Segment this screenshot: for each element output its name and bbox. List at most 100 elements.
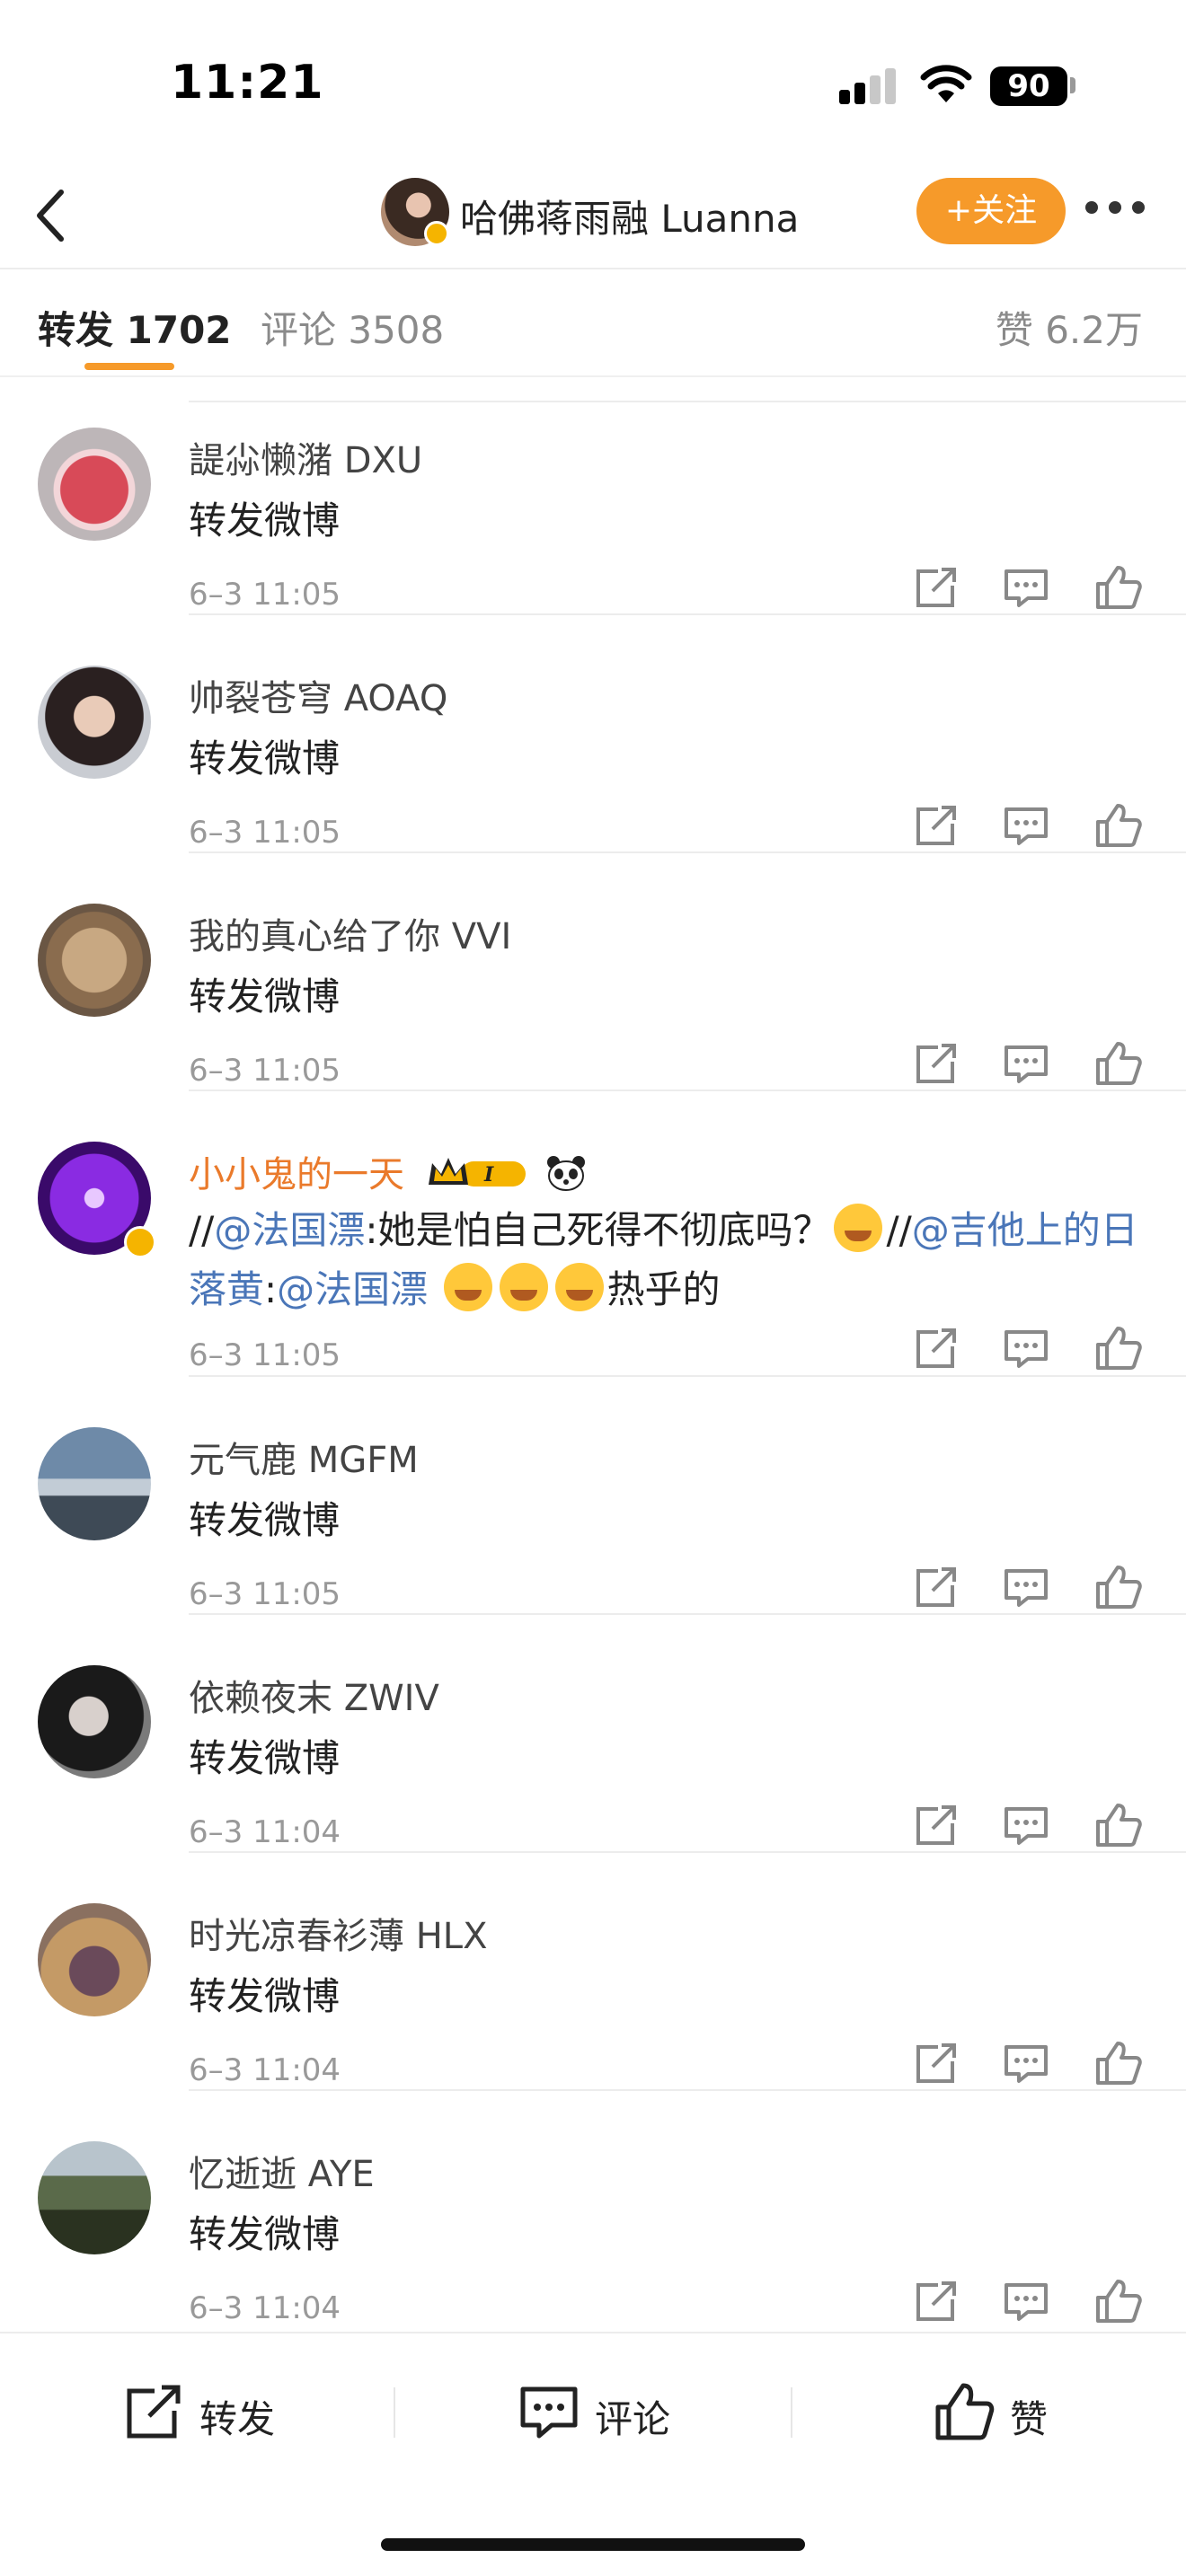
status-time: 11:21 bbox=[171, 56, 324, 110]
item-actions bbox=[911, 1323, 1172, 1377]
item-actions bbox=[911, 1800, 1172, 1854]
username[interactable]: 我的真心给了你 VVI bbox=[189, 907, 511, 959]
item-actions bbox=[911, 562, 1172, 616]
comment-icon[interactable] bbox=[1001, 1562, 1051, 1612]
share-icon[interactable] bbox=[911, 1562, 961, 1612]
like-icon[interactable] bbox=[1093, 800, 1143, 851]
like-icon[interactable] bbox=[1093, 562, 1143, 613]
repost-label: 转发 bbox=[199, 2397, 276, 2441]
username[interactable]: 元气鹿 MGFM bbox=[189, 1431, 419, 1483]
comment-icon[interactable] bbox=[1001, 2276, 1051, 2326]
list-item[interactable]: 时光凉春衫薄 HLX 转发微博 6–3 11:04 bbox=[0, 1853, 1186, 2091]
share-icon[interactable] bbox=[911, 1800, 961, 1850]
item-actions bbox=[911, 2038, 1172, 2092]
username[interactable]: 帅裂苍穹 AOAQ bbox=[189, 669, 447, 721]
repost-text: 转发微博 bbox=[189, 2212, 341, 2256]
share-icon bbox=[127, 2385, 181, 2439]
like-button[interactable]: 赞 bbox=[933, 2375, 1112, 2447]
battery-indicator: 90 bbox=[990, 66, 1067, 106]
panda-icon bbox=[547, 1156, 586, 1191]
mention-link[interactable]: @法国漂 bbox=[214, 1208, 365, 1252]
like-icon[interactable] bbox=[1093, 1323, 1143, 1373]
bottom-action-bar: 转发 评论 赞 bbox=[0, 2332, 1186, 2576]
share-icon[interactable] bbox=[911, 1038, 961, 1089]
list-item[interactable]: 帅裂苍穹 AOAQ 转发微博 6–3 11:05 bbox=[0, 615, 1186, 853]
avatar[interactable] bbox=[38, 1427, 151, 1540]
item-actions bbox=[911, 1562, 1172, 1616]
like-icon[interactable] bbox=[1093, 2276, 1143, 2326]
blush-emoji-icon bbox=[554, 1263, 604, 1311]
text-segment: // bbox=[189, 1208, 215, 1252]
username[interactable]: 依赖夜末 ZWIV bbox=[189, 1669, 439, 1721]
repost-list: 諟尛懒潴 DXU 转发微博 6–3 11:05 帅裂苍穹 AOAQ 转发微博 6… bbox=[0, 377, 1186, 2332]
divider bbox=[791, 2387, 792, 2438]
cellular-signal-icon bbox=[839, 68, 897, 104]
repost-text: 转发微博 bbox=[189, 1974, 341, 2018]
repost-text: 转发微博 bbox=[189, 975, 341, 1019]
repost-button[interactable]: 转发 bbox=[122, 2375, 320, 2447]
like-icon[interactable] bbox=[1093, 1800, 1143, 1850]
username-text: 小小鬼的一天 bbox=[189, 1154, 404, 1195]
username[interactable]: 諟尛懒潴 DXU bbox=[189, 431, 422, 483]
comment-icon[interactable] bbox=[1001, 2038, 1051, 2088]
avatar[interactable] bbox=[38, 666, 151, 779]
repost-text: 转发微博 bbox=[189, 498, 341, 543]
avatar[interactable] bbox=[38, 1903, 151, 2016]
list-item[interactable]: 小小鬼的一天 I //@法国漂:她是怕自己死得不彻底吗？//@吉他上的日落黄:@… bbox=[0, 1091, 1186, 1377]
like-icon[interactable] bbox=[1093, 2038, 1143, 2088]
list-item[interactable]: 諟尛懒潴 DXU 转发微博 6–3 11:05 bbox=[0, 377, 1186, 615]
back-arrow-icon[interactable] bbox=[27, 183, 74, 248]
like-icon[interactable] bbox=[1093, 1562, 1143, 1612]
avatar[interactable] bbox=[38, 2141, 151, 2254]
repost-text: 转发微博 bbox=[189, 737, 341, 781]
timestamp: 6–3 11:05 bbox=[189, 577, 341, 613]
timestamp: 6–3 11:04 bbox=[189, 1814, 341, 1850]
share-icon[interactable] bbox=[911, 562, 961, 613]
wifi-icon bbox=[920, 65, 972, 102]
tab-likes[interactable]: 赞 6.2万 bbox=[996, 300, 1143, 355]
comment-icon[interactable] bbox=[1001, 562, 1051, 613]
username[interactable]: 小小鬼的一天 I bbox=[189, 1145, 587, 1197]
comment-icon[interactable] bbox=[1001, 1323, 1051, 1373]
avatar[interactable] bbox=[38, 904, 151, 1017]
blush-emoji-icon bbox=[443, 1263, 492, 1311]
list-item[interactable]: 依赖夜末 ZWIV 转发微博 6–3 11:04 bbox=[0, 1615, 1186, 1853]
share-icon[interactable] bbox=[911, 1323, 961, 1373]
like-icon[interactable] bbox=[1093, 1038, 1143, 1089]
timestamp: 6–3 11:05 bbox=[189, 1053, 341, 1089]
author-name[interactable]: 哈佛蒋雨融 Luanna bbox=[460, 189, 799, 243]
text-segment: 热乎的 bbox=[606, 1267, 721, 1311]
comment-icon[interactable] bbox=[1001, 800, 1051, 851]
username[interactable]: 时光凉春衫薄 HLX bbox=[189, 1907, 487, 1959]
follow-button[interactable]: +关注 bbox=[916, 178, 1066, 244]
avatar[interactable] bbox=[38, 1665, 151, 1778]
item-actions bbox=[911, 800, 1172, 854]
battery-tip bbox=[1070, 77, 1075, 93]
share-icon[interactable] bbox=[911, 2276, 961, 2326]
list-item[interactable]: 元气鹿 MGFM 转发微博 6–3 11:05 bbox=[0, 1377, 1186, 1615]
comment-button[interactable]: 评论 bbox=[518, 2375, 715, 2447]
avatar[interactable] bbox=[38, 428, 151, 541]
text-segment: :她是怕自己死得不彻底吗？ bbox=[365, 1208, 831, 1252]
laugh-cry-emoji-icon bbox=[834, 1204, 883, 1252]
comment-icon[interactable] bbox=[1001, 1038, 1051, 1089]
tab-reposts[interactable]: 转发 1702 bbox=[38, 300, 232, 355]
item-actions bbox=[911, 1038, 1172, 1092]
mention-link[interactable]: @法国漂 bbox=[277, 1267, 428, 1311]
share-icon[interactable] bbox=[911, 800, 961, 851]
tab-comments[interactable]: 评论 3508 bbox=[261, 300, 444, 355]
list-item[interactable]: 忆逝逝 AYE 转发微博 6–3 11:04 bbox=[0, 2091, 1186, 2329]
divider bbox=[394, 2387, 395, 2438]
more-options-icon[interactable] bbox=[1085, 201, 1145, 219]
text-segment: : bbox=[264, 1267, 278, 1311]
username[interactable]: 忆逝逝 AYE bbox=[189, 2145, 375, 2197]
share-icon[interactable] bbox=[911, 2038, 961, 2088]
home-indicator[interactable] bbox=[381, 2538, 805, 2551]
comment-label: 评论 bbox=[595, 2397, 671, 2441]
nav-header: 哈佛蒋雨融 Luanna +关注 bbox=[0, 162, 1186, 269]
verified-badge-icon bbox=[124, 1226, 156, 1258]
timestamp: 6–3 11:04 bbox=[189, 2290, 341, 2326]
list-item[interactable]: 我的真心给了你 VVI 转发微博 6–3 11:05 bbox=[0, 853, 1186, 1091]
comment-icon[interactable] bbox=[1001, 1800, 1051, 1850]
tab-bar: 转发 1702 评论 3508 赞 6.2万 bbox=[0, 269, 1186, 377]
